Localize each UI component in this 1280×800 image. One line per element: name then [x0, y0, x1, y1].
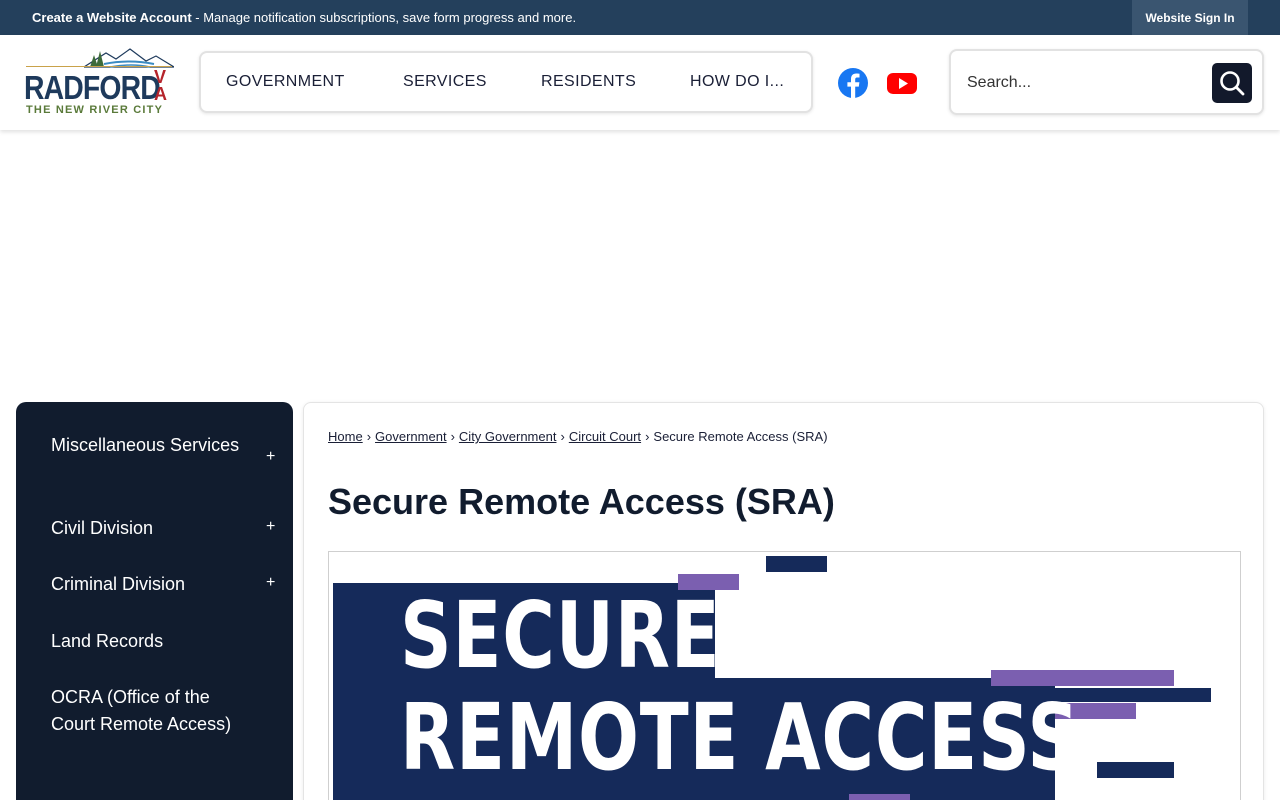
- search-input[interactable]: [967, 69, 1197, 97]
- create-account-link[interactable]: Create a Website Account: [32, 10, 192, 25]
- main-content: Home › Government › City Government › Circuit …: [303, 402, 1264, 800]
- breadcrumb-separator: ›: [560, 429, 565, 444]
- breadcrumb-separator: ›: [645, 429, 650, 444]
- sidebar-item-miscellaneous-services[interactable]: Miscellaneous Services: [51, 432, 241, 459]
- nav-how-do-i[interactable]: HOW DO I...: [690, 73, 784, 91]
- create-account-message[interactable]: Create a Website Account - Manage notifi…: [32, 10, 576, 25]
- create-account-description: - Manage notification subscriptions, sav…: [191, 10, 577, 25]
- breadcrumb-government[interactable]: Government: [375, 429, 447, 444]
- website-sign-in-button[interactable]: Website Sign In: [1132, 0, 1248, 35]
- logo-state: VA: [154, 67, 170, 104]
- search-icon: [1220, 71, 1245, 96]
- sidebar-navigation: Miscellaneous Services + Civil Division …: [16, 402, 293, 800]
- logo-rule: [26, 66, 172, 67]
- youtube-icon[interactable]: [886, 67, 918, 99]
- expand-civil-division-button[interactable]: +: [266, 518, 275, 536]
- search-box: [949, 49, 1264, 115]
- site-header: RADFORD VA THE NEW RIVER CITY GOVERNMENT…: [0, 35, 1280, 130]
- sidebar-item-land-records[interactable]: Land Records: [51, 628, 241, 655]
- breadcrumb-current: Secure Remote Access (SRA): [653, 429, 828, 444]
- radford-logo[interactable]: RADFORD VA THE NEW RIVER CITY: [24, 47, 174, 119]
- breadcrumb-circuit-court[interactable]: Circuit Court: [569, 429, 641, 444]
- nav-residents[interactable]: RESIDENTS: [541, 73, 636, 91]
- breadcrumb-separator: ›: [366, 429, 372, 444]
- sidebar-item-ocra[interactable]: OCRA (Office of the Court Remote Access): [51, 684, 241, 737]
- nav-services[interactable]: SERVICES: [403, 73, 487, 91]
- main-navigation: GOVERNMENT SERVICES RESIDENTS HOW DO I..…: [199, 51, 813, 113]
- logo-tagline: THE NEW RIVER CITY: [26, 104, 164, 116]
- breadcrumb-separator: ›: [450, 429, 455, 444]
- breadcrumb: Home › Government › City Government › Circuit …: [328, 429, 828, 444]
- nav-government[interactable]: GOVERNMENT: [226, 73, 345, 91]
- logo-state-text: VA: [154, 67, 167, 104]
- breadcrumb-home[interactable]: Home: [328, 429, 363, 444]
- expand-criminal-division-button[interactable]: +: [266, 574, 275, 592]
- breadcrumb-city-government[interactable]: City Government: [459, 429, 557, 444]
- page-title: Secure Remote Access (SRA): [328, 481, 835, 522]
- sidebar-item-criminal-division[interactable]: Criminal Division: [51, 571, 241, 598]
- banner-line-remote-access: REMOTE ACCESS: [400, 684, 1080, 791]
- logo-wordmark: RADFORD: [24, 69, 161, 106]
- banner-line-secure: SECURE: [400, 582, 721, 689]
- expand-miscellaneous-services-button[interactable]: +: [266, 448, 275, 466]
- facebook-icon[interactable]: [837, 67, 869, 99]
- top-bar: Create a Website Account - Manage notifi…: [0, 0, 1280, 35]
- sidebar-item-civil-division[interactable]: Civil Division: [51, 515, 241, 542]
- search-button[interactable]: [1212, 63, 1252, 103]
- sra-banner-image: SECURE REMOTE ACCESS: [328, 551, 1241, 800]
